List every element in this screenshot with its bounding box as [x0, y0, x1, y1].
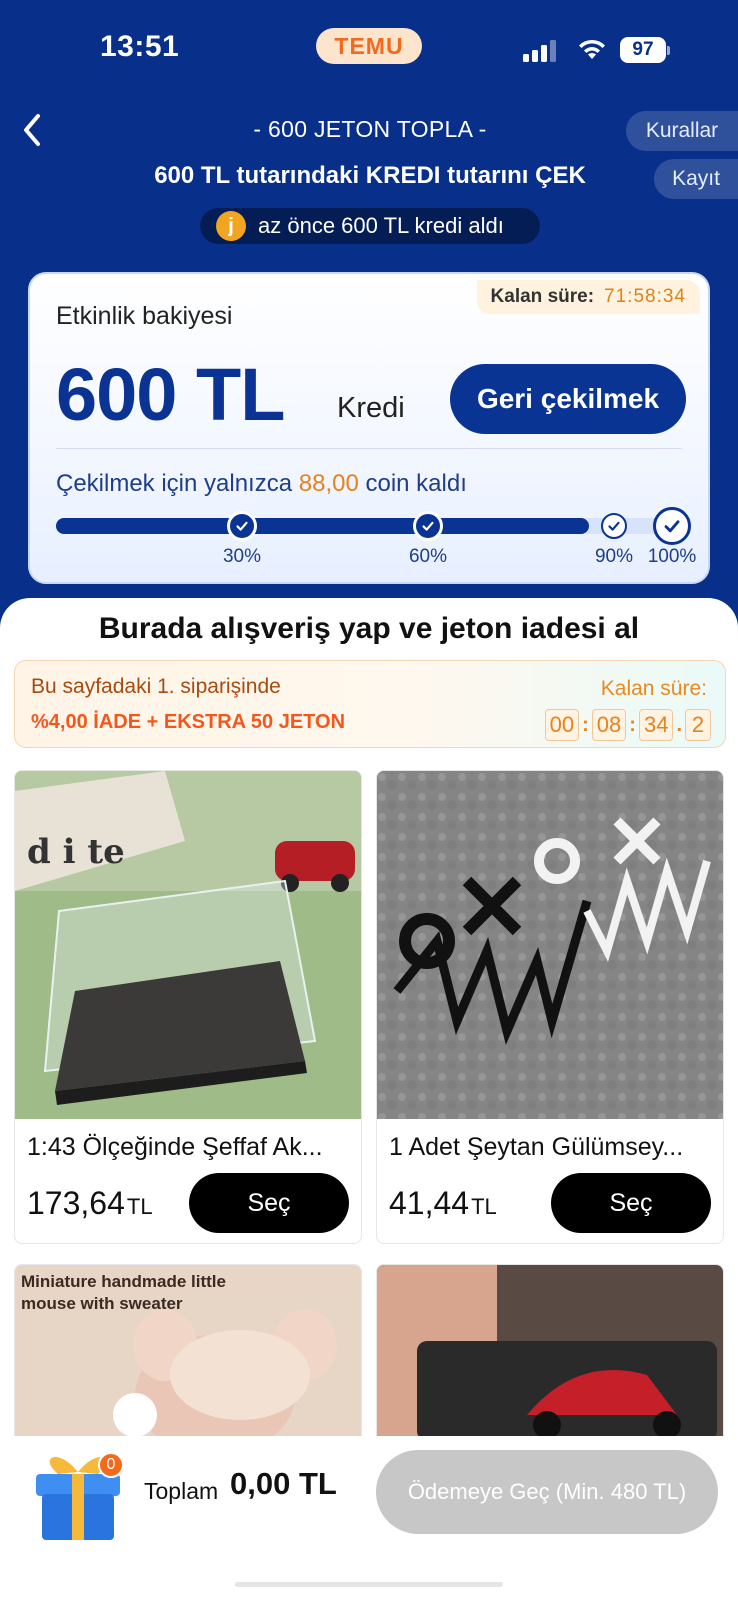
total-value: 0,00 TL — [230, 1466, 337, 1501]
product-card[interactable]: d i te 1:43 Ölçeğinde Şeffaf Ak... 173,6… — [14, 770, 362, 1244]
svg-text:d i te: d i te — [27, 832, 125, 872]
milestone-check-icon — [413, 511, 443, 541]
record-button[interactable]: Kayıt — [654, 159, 738, 199]
product-price: 173,64TL — [27, 1185, 153, 1222]
battery-indicator: 97 — [620, 37, 670, 63]
balance-label: Etkinlik bakiyesi — [56, 302, 233, 330]
product-price: 41,44TL — [389, 1185, 497, 1222]
total-label: Toplam — [144, 1478, 219, 1504]
page-subtitle: 600 TL tutarındaki KREDI tutarını ÇEK — [154, 162, 586, 189]
cart-count-badge: 0 — [98, 1452, 124, 1478]
checkout-button[interactable]: Ödemeye Geç (Min. 480 TL) — [376, 1450, 718, 1534]
countdown-box: Kalan süre: 71:58:34 — [476, 280, 700, 314]
balance-card: Kalan süre: 71:58:34 Etkinlik bakiyesi 6… — [28, 272, 710, 584]
product-title[interactable]: 1 Adet Şeytan Gülümsey... — [389, 1133, 713, 1162]
price-value: 173,64 — [27, 1185, 125, 1221]
milestone-label: 90% — [594, 546, 634, 567]
product-card[interactable] — [376, 1264, 724, 1436]
divider — [56, 448, 682, 449]
milestone-check-icon — [601, 513, 627, 539]
balance-unit: Kredi — [337, 392, 405, 424]
countdown-fraction: 2 — [685, 709, 711, 741]
home-indicator[interactable] — [235, 1582, 503, 1587]
milestone-check-icon — [653, 507, 691, 545]
progress-track — [56, 518, 676, 534]
progress-fill — [56, 518, 590, 534]
withdraw-button[interactable]: Geri çekilmek — [450, 364, 686, 434]
countdown-seconds: 34 — [638, 709, 674, 741]
status-time: 13:51 — [100, 30, 180, 63]
price-currency: TL — [471, 1194, 497, 1219]
coin-icon: j — [216, 211, 246, 241]
countdown-value: 71:58:34 — [604, 286, 686, 307]
promo-line: Bu sayfadaki 1. siparişinde — [31, 675, 281, 698]
milestone-check-icon — [227, 511, 257, 541]
product-card[interactable]: 1 Adet Şeytan Gülümsey... 41,44TL Seç — [376, 770, 724, 1244]
remaining-suffix: coin kaldı — [365, 470, 467, 497]
countdown-sep: : — [582, 713, 589, 736]
remaining-amount: 88,00 — [298, 470, 359, 497]
price-currency: TL — [126, 1194, 153, 1219]
countdown-minutes: 08 — [591, 709, 627, 741]
countdown-hours: 00 — [544, 709, 580, 741]
milestone-label: 30% — [222, 546, 262, 567]
milestone-label: 60% — [408, 546, 448, 567]
balance-amount: 600 TL — [56, 353, 285, 436]
battery-cap — [667, 46, 670, 55]
promo-countdown: 00 : 08 : 34 . 2 — [544, 709, 711, 741]
cellular-signal-icon — [523, 40, 556, 62]
product-image-motorcycle-card[interactable] — [377, 1265, 724, 1436]
back-chevron-icon[interactable] — [18, 110, 48, 150]
product-image-smile-wall-decor[interactable] — [377, 771, 724, 1119]
product-title[interactable]: 1:43 Ölçeğinde Şeffaf Ak... — [27, 1133, 351, 1162]
temu-app-badge[interactable]: TEMU — [316, 28, 422, 64]
countdown-label: Kalan süre: — [490, 286, 595, 307]
section-title: Burada alışveriş yap ve jeton iadesi al — [98, 612, 640, 645]
select-button[interactable]: Seç — [551, 1173, 711, 1233]
promo-banner: Bu sayfadaki 1. siparişinde %4,00 İADE +… — [14, 660, 726, 748]
remaining-coins-text: Çekilmek için yalnızca 88,00 coin kaldı — [56, 470, 467, 498]
milestone-label: 100% — [647, 546, 697, 567]
promo-refund: %4,00 İADE — [31, 711, 142, 733]
wifi-icon — [579, 39, 605, 59]
select-button[interactable]: Seç — [189, 1173, 349, 1233]
countdown-sep: . — [676, 713, 682, 736]
promo-offer: %4,00 İADE + EKSTRA 50 JETON — [31, 711, 345, 734]
battery-level: 97 — [620, 37, 666, 63]
product-image-display-case[interactable]: d i te — [15, 771, 362, 1119]
remaining-prefix: Çekilmek için yalnızca — [56, 470, 293, 497]
countdown-sep: : — [629, 713, 636, 736]
image-caption: Miniature handmade little mouse with swe… — [21, 1272, 226, 1313]
promo-plus: + — [146, 711, 159, 733]
product-card[interactable]: Miniature handmade little mouse with swe… — [14, 1264, 362, 1436]
promo-time-label: Kalan süre: — [600, 677, 707, 700]
activity-ticker: j az önce 600 TL kredi aldı — [200, 208, 540, 244]
rules-button[interactable]: Kurallar — [626, 111, 738, 151]
page-title: - 600 JETON TOPLA - — [253, 116, 487, 142]
price-value: 41,44 — [389, 1185, 470, 1221]
ticker-text: az önce 600 TL kredi aldı — [258, 213, 504, 238]
promo-extra: EKSTRA 50 JETON — [163, 711, 346, 733]
